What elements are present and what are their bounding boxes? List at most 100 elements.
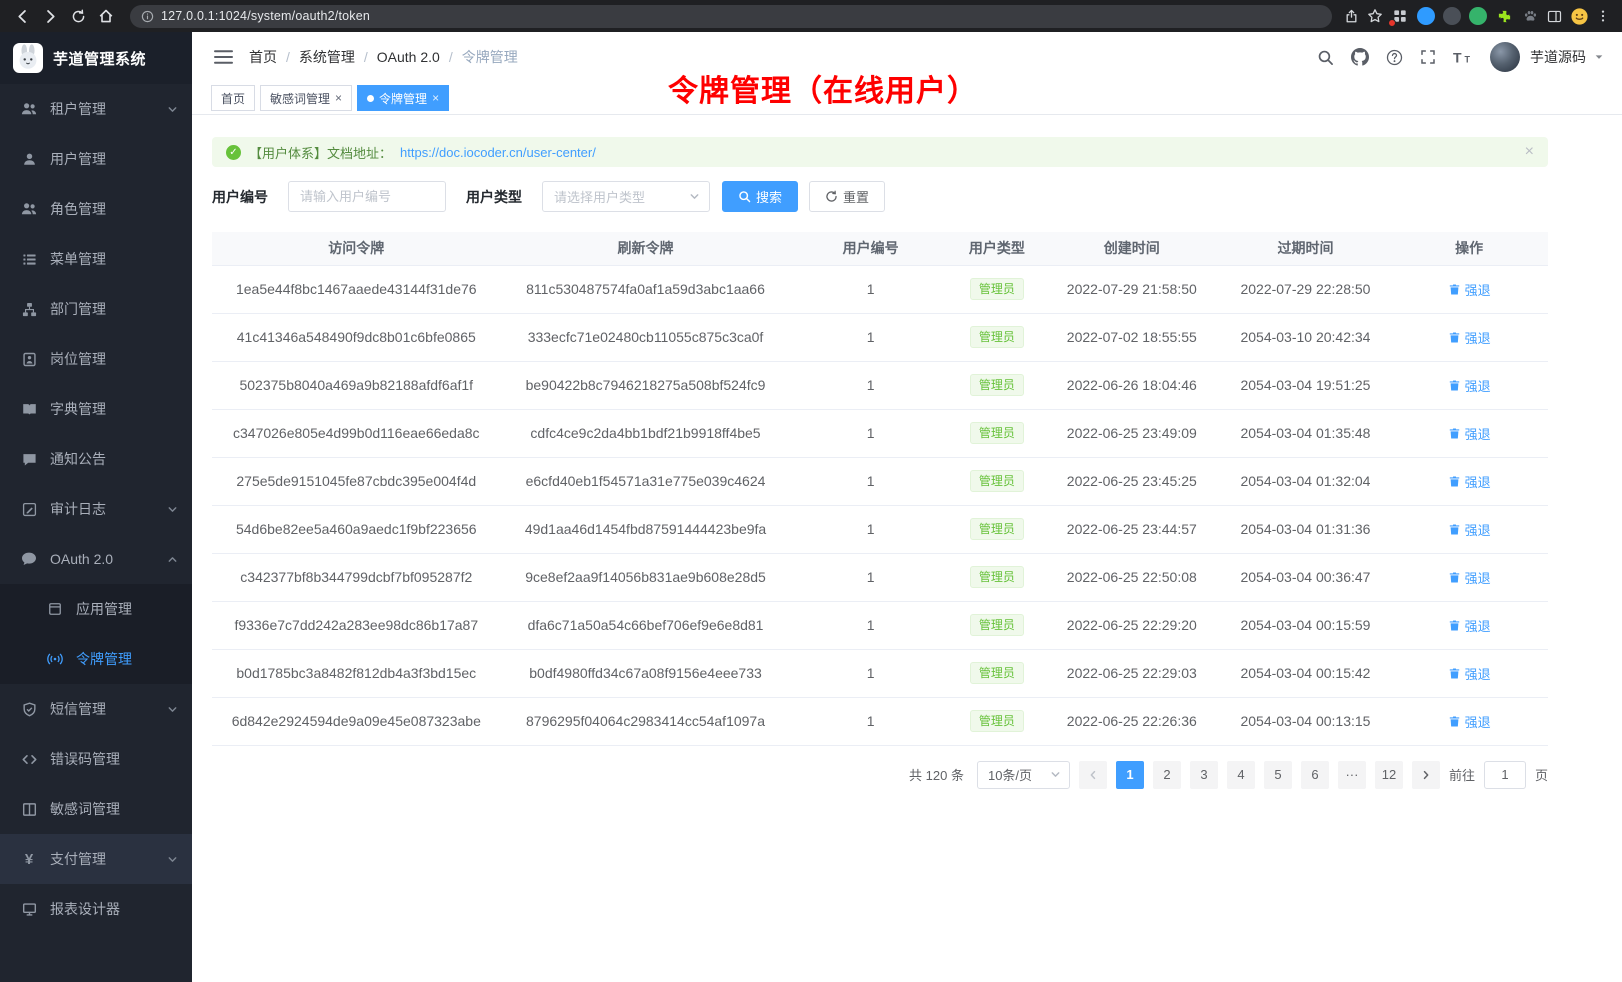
force-logout-button[interactable]: 强退 (1448, 424, 1491, 443)
sidebar-item-token[interactable]: 令牌管理 (0, 634, 192, 684)
collapse-sidebar-icon[interactable] (214, 49, 233, 65)
force-logout-button[interactable]: 强退 (1448, 712, 1491, 731)
sidebar-item-report[interactable]: 报表设计器 (0, 884, 192, 934)
badge-icon (20, 352, 38, 367)
site-info-icon[interactable] (141, 10, 154, 23)
tab-sensitive-words[interactable]: 敏感词管理× (260, 85, 352, 111)
sidebar-item-app[interactable]: 应用管理 (0, 584, 192, 634)
paw-extension-icon[interactable] (1521, 7, 1539, 25)
table-row: 6d842e2924594de9a09e45e087323abe8796295f… (212, 697, 1548, 745)
user-type-select[interactable]: 请选择用户类型 (542, 181, 710, 212)
doc-link[interactable]: https://doc.iocoder.cn/user-center/ (400, 145, 596, 160)
breadcrumb-separator: / (449, 49, 453, 65)
force-logout-button[interactable]: 强退 (1448, 328, 1491, 347)
sidebar-item-menu[interactable]: 菜单管理 (0, 234, 192, 284)
breadcrumb-item[interactable]: 首页 (249, 47, 277, 67)
profile-avatar[interactable] (1570, 7, 1588, 25)
search-icon[interactable] (1317, 49, 1334, 66)
force-logout-button[interactable]: 强退 (1448, 664, 1491, 683)
breadcrumb-item[interactable]: 系统管理 (299, 47, 355, 67)
sidebar-item-sms[interactable]: 短信管理 (0, 684, 192, 734)
force-logout-button[interactable]: 强退 (1448, 520, 1491, 539)
page-button[interactable]: 4 (1227, 761, 1255, 789)
force-logout-button[interactable]: 强退 (1448, 472, 1491, 491)
goto-page-input[interactable] (1484, 761, 1526, 789)
page-size-select[interactable]: 10条/页 (977, 761, 1070, 789)
force-logout-button[interactable]: 强退 (1448, 376, 1491, 395)
logo-image (13, 43, 43, 73)
page-button[interactable]: 2 (1153, 761, 1181, 789)
font-size-icon[interactable]: TT (1453, 50, 1473, 65)
force-logout-button[interactable]: 强退 (1448, 568, 1491, 587)
fullscreen-icon[interactable] (1420, 49, 1436, 65)
forward-icon[interactable] (38, 4, 62, 28)
sidebar-item-dept[interactable]: 部门管理 (0, 284, 192, 334)
page-button[interactable]: 12 (1375, 761, 1403, 789)
sidebar-item-oauth2[interactable]: OAuth 2.0 (0, 534, 192, 584)
alert-close-icon[interactable]: × (1525, 144, 1534, 160)
next-page-button[interactable] (1412, 761, 1440, 789)
sidebar-item-sensitive[interactable]: 敏感词管理 (0, 784, 192, 834)
refresh-token-cell: cdfc4ce9c2da4bb1bdf21b9918ff4be5 (501, 409, 791, 457)
browser-menu-dots-icon[interactable] (1596, 9, 1610, 23)
search-button[interactable]: 搜索 (722, 181, 798, 212)
sidebar-item-user[interactable]: 用户管理 (0, 134, 192, 184)
breadcrumb-item[interactable]: OAuth 2.0 (377, 49, 440, 65)
extension-grid-icon[interactable] (1391, 7, 1409, 25)
dark-extension-icon[interactable] (1443, 7, 1461, 25)
expire-time-cell: 2054-03-04 01:31:36 (1221, 505, 1391, 553)
blue-extension-icon[interactable] (1417, 7, 1435, 25)
sidebar-item-post[interactable]: 岗位管理 (0, 334, 192, 384)
sidebar-item-tenant[interactable]: 租户管理 (0, 84, 192, 134)
user-id-label: 用户编号 (212, 187, 268, 207)
sidebar-item-dict[interactable]: 字典管理 (0, 384, 192, 434)
home-icon[interactable] (94, 4, 118, 28)
sidebar-item-role[interactable]: 角色管理 (0, 184, 192, 234)
close-tab-icon[interactable]: × (335, 92, 342, 104)
page-button[interactable]: 6 (1301, 761, 1329, 789)
sidebar-item-pay[interactable]: ¥支付管理 (0, 834, 192, 884)
caret-down-icon[interactable] (1594, 52, 1604, 62)
force-logout-button[interactable]: 强退 (1448, 280, 1491, 299)
app-logo[interactable]: 芋道管理系统 (0, 32, 192, 84)
sidebar-item-errcode[interactable]: 错误码管理 (0, 734, 192, 784)
page-button[interactable]: 5 (1264, 761, 1292, 789)
refresh-token-cell: b0df4980ffd34c67a08f9156e4eee733 (501, 649, 791, 697)
split-view-icon[interactable] (1547, 9, 1562, 24)
reload-icon[interactable] (66, 4, 90, 28)
prev-page-button[interactable] (1079, 761, 1107, 789)
user-id-input[interactable] (288, 181, 446, 212)
people-icon (20, 201, 38, 217)
page-button[interactable]: 1 (1116, 761, 1144, 789)
share-icon[interactable] (1344, 9, 1359, 24)
top-header: 首页/系统管理/OAuth 2.0/令牌管理 TT 芋道源码 (192, 32, 1622, 82)
table-row: f9336e7c7dd242a283ee98dc86b17a87dfa6c71a… (212, 601, 1548, 649)
back-icon[interactable] (10, 4, 34, 28)
tab-token-mgmt[interactable]: 令牌管理× (357, 85, 449, 111)
goto-label: 前往 (1449, 765, 1475, 784)
github-icon[interactable] (1351, 48, 1369, 66)
close-tab-icon[interactable]: × (432, 92, 439, 104)
access-token-cell: 41c41346a548490f9dc8b01c6bfe0865 (212, 313, 501, 361)
green-extension-icon[interactable] (1469, 7, 1487, 25)
list-icon (20, 252, 38, 267)
refresh-token-cell: 9ce8ef2aa9f14056b831ae9b608e28d5 (501, 553, 791, 601)
sidebar-item-notice[interactable]: 通知公告 (0, 434, 192, 484)
user-id-cell: 1 (790, 313, 950, 361)
bookmark-star-icon[interactable] (1367, 8, 1383, 24)
comment-icon (20, 551, 38, 567)
user-avatar[interactable] (1490, 42, 1520, 72)
puzzle-extension-icon[interactable] (1495, 7, 1513, 25)
page-more-button[interactable]: ··· (1338, 761, 1366, 789)
user-name[interactable]: 芋道源码 (1530, 47, 1586, 67)
address-bar[interactable]: 127.0.0.1:1024/system/oauth2/token (130, 5, 1332, 28)
edit-icon (20, 502, 38, 517)
chevron-down-icon (167, 704, 178, 715)
search-button-label: 搜索 (756, 187, 782, 206)
help-icon[interactable] (1386, 49, 1403, 66)
reset-button[interactable]: 重置 (809, 181, 885, 212)
sidebar-item-audit[interactable]: 审计日志 (0, 484, 192, 534)
page-button[interactable]: 3 (1190, 761, 1218, 789)
force-logout-button[interactable]: 强退 (1448, 616, 1491, 635)
tab-home[interactable]: 首页 (211, 85, 255, 111)
